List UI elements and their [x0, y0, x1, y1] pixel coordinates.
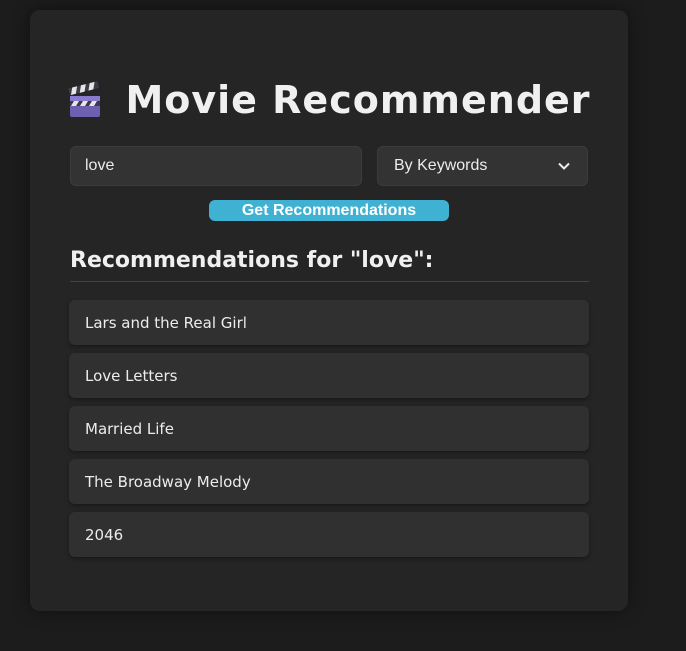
chevron-down-icon: [557, 159, 571, 173]
list-item[interactable]: 2046: [69, 512, 589, 557]
results-list: Lars and the Real Girl Love Letters Marr…: [69, 300, 589, 565]
results-heading: Recommendations for "love":: [70, 248, 589, 282]
list-item[interactable]: The Broadway Melody: [69, 459, 589, 504]
mode-select-value: By Keywords: [394, 157, 488, 174]
main-card: Movie Recommender By Keywords Get Recomm…: [30, 10, 628, 611]
clapperboard-icon: [67, 81, 103, 119]
header: Movie Recommender: [30, 78, 628, 122]
list-item[interactable]: Love Letters: [69, 353, 589, 398]
results-heading-text: Recommendations for "love":: [70, 248, 434, 273]
mode-select[interactable]: By Keywords: [377, 146, 588, 186]
search-input[interactable]: [70, 146, 362, 186]
list-item[interactable]: Lars and the Real Girl: [69, 300, 589, 345]
page-title: Movie Recommender: [125, 78, 591, 122]
list-item[interactable]: Married Life: [69, 406, 589, 451]
get-recommendations-button[interactable]: Get Recommendations: [209, 200, 449, 221]
